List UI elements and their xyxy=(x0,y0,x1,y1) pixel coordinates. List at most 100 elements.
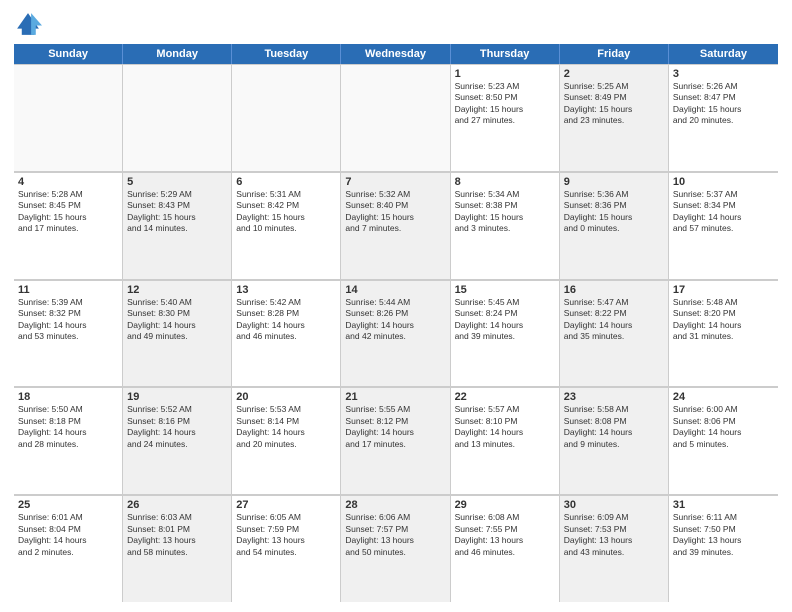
cal-cell: 1Sunrise: 5:23 AMSunset: 8:50 PMDaylight… xyxy=(451,64,560,171)
cal-cell: 20Sunrise: 5:53 AMSunset: 8:14 PMDayligh… xyxy=(232,387,341,494)
header-day-friday: Friday xyxy=(560,44,669,64)
cell-info: Sunrise: 6:01 AMSunset: 8:04 PMDaylight:… xyxy=(18,512,118,558)
cal-cell xyxy=(232,64,341,171)
cal-cell: 9Sunrise: 5:36 AMSunset: 8:36 PMDaylight… xyxy=(560,172,669,279)
cell-info: Sunrise: 5:45 AMSunset: 8:24 PMDaylight:… xyxy=(455,297,555,343)
cal-cell: 13Sunrise: 5:42 AMSunset: 8:28 PMDayligh… xyxy=(232,280,341,387)
cal-cell: 24Sunrise: 6:00 AMSunset: 8:06 PMDayligh… xyxy=(669,387,778,494)
day-number: 20 xyxy=(236,391,336,403)
cell-info: Sunrise: 6:06 AMSunset: 7:57 PMDaylight:… xyxy=(345,512,445,558)
day-number: 18 xyxy=(18,391,118,403)
cal-cell: 23Sunrise: 5:58 AMSunset: 8:08 PMDayligh… xyxy=(560,387,669,494)
cal-cell: 8Sunrise: 5:34 AMSunset: 8:38 PMDaylight… xyxy=(451,172,560,279)
day-number: 14 xyxy=(345,284,445,296)
cell-info: Sunrise: 5:55 AMSunset: 8:12 PMDaylight:… xyxy=(345,404,445,450)
cal-cell: 29Sunrise: 6:08 AMSunset: 7:55 PMDayligh… xyxy=(451,495,560,602)
cal-cell: 2Sunrise: 5:25 AMSunset: 8:49 PMDaylight… xyxy=(560,64,669,171)
day-number: 28 xyxy=(345,499,445,511)
day-number: 9 xyxy=(564,176,664,188)
cal-cell xyxy=(341,64,450,171)
header-day-thursday: Thursday xyxy=(451,44,560,64)
cal-cell: 10Sunrise: 5:37 AMSunset: 8:34 PMDayligh… xyxy=(669,172,778,279)
cal-cell: 28Sunrise: 6:06 AMSunset: 7:57 PMDayligh… xyxy=(341,495,450,602)
day-number: 6 xyxy=(236,176,336,188)
cell-info: Sunrise: 5:47 AMSunset: 8:22 PMDaylight:… xyxy=(564,297,664,343)
cell-info: Sunrise: 5:32 AMSunset: 8:40 PMDaylight:… xyxy=(345,189,445,235)
cal-cell: 26Sunrise: 6:03 AMSunset: 8:01 PMDayligh… xyxy=(123,495,232,602)
cell-info: Sunrise: 6:11 AMSunset: 7:50 PMDaylight:… xyxy=(673,512,774,558)
cell-info: Sunrise: 5:57 AMSunset: 8:10 PMDaylight:… xyxy=(455,404,555,450)
calendar-header: SundayMondayTuesdayWednesdayThursdayFrid… xyxy=(14,44,778,64)
cal-cell: 14Sunrise: 5:44 AMSunset: 8:26 PMDayligh… xyxy=(341,280,450,387)
day-number: 22 xyxy=(455,391,555,403)
header xyxy=(14,10,778,38)
logo xyxy=(14,10,46,38)
day-number: 24 xyxy=(673,391,774,403)
cell-info: Sunrise: 5:26 AMSunset: 8:47 PMDaylight:… xyxy=(673,81,774,127)
cal-cell: 31Sunrise: 6:11 AMSunset: 7:50 PMDayligh… xyxy=(669,495,778,602)
cell-info: Sunrise: 5:42 AMSunset: 8:28 PMDaylight:… xyxy=(236,297,336,343)
cal-cell: 18Sunrise: 5:50 AMSunset: 8:18 PMDayligh… xyxy=(14,387,123,494)
cell-info: Sunrise: 5:25 AMSunset: 8:49 PMDaylight:… xyxy=(564,81,664,127)
day-number: 1 xyxy=(455,68,555,80)
day-number: 13 xyxy=(236,284,336,296)
cell-info: Sunrise: 5:53 AMSunset: 8:14 PMDaylight:… xyxy=(236,404,336,450)
calendar-row-4: 18Sunrise: 5:50 AMSunset: 8:18 PMDayligh… xyxy=(14,387,778,495)
cell-info: Sunrise: 6:08 AMSunset: 7:55 PMDaylight:… xyxy=(455,512,555,558)
header-day-sunday: Sunday xyxy=(14,44,123,64)
header-day-saturday: Saturday xyxy=(669,44,778,64)
page: SundayMondayTuesdayWednesdayThursdayFrid… xyxy=(0,0,792,612)
cal-cell: 12Sunrise: 5:40 AMSunset: 8:30 PMDayligh… xyxy=(123,280,232,387)
day-number: 4 xyxy=(18,176,118,188)
day-number: 15 xyxy=(455,284,555,296)
cal-cell: 4Sunrise: 5:28 AMSunset: 8:45 PMDaylight… xyxy=(14,172,123,279)
day-number: 19 xyxy=(127,391,227,403)
header-day-monday: Monday xyxy=(123,44,232,64)
cell-info: Sunrise: 5:29 AMSunset: 8:43 PMDaylight:… xyxy=(127,189,227,235)
day-number: 10 xyxy=(673,176,774,188)
logo-icon xyxy=(14,10,42,38)
day-number: 27 xyxy=(236,499,336,511)
header-day-tuesday: Tuesday xyxy=(232,44,341,64)
cell-info: Sunrise: 5:39 AMSunset: 8:32 PMDaylight:… xyxy=(18,297,118,343)
cell-info: Sunrise: 6:05 AMSunset: 7:59 PMDaylight:… xyxy=(236,512,336,558)
cal-cell: 11Sunrise: 5:39 AMSunset: 8:32 PMDayligh… xyxy=(14,280,123,387)
cell-info: Sunrise: 5:50 AMSunset: 8:18 PMDaylight:… xyxy=(18,404,118,450)
cal-cell: 15Sunrise: 5:45 AMSunset: 8:24 PMDayligh… xyxy=(451,280,560,387)
day-number: 12 xyxy=(127,284,227,296)
calendar-body: 1Sunrise: 5:23 AMSunset: 8:50 PMDaylight… xyxy=(14,64,778,602)
cal-cell: 17Sunrise: 5:48 AMSunset: 8:20 PMDayligh… xyxy=(669,280,778,387)
cal-cell: 16Sunrise: 5:47 AMSunset: 8:22 PMDayligh… xyxy=(560,280,669,387)
day-number: 25 xyxy=(18,499,118,511)
cal-cell: 21Sunrise: 5:55 AMSunset: 8:12 PMDayligh… xyxy=(341,387,450,494)
cal-cell xyxy=(123,64,232,171)
cal-cell: 5Sunrise: 5:29 AMSunset: 8:43 PMDaylight… xyxy=(123,172,232,279)
calendar-row-5: 25Sunrise: 6:01 AMSunset: 8:04 PMDayligh… xyxy=(14,495,778,602)
calendar-row-2: 4Sunrise: 5:28 AMSunset: 8:45 PMDaylight… xyxy=(14,172,778,280)
header-day-wednesday: Wednesday xyxy=(341,44,450,64)
day-number: 26 xyxy=(127,499,227,511)
cal-cell: 6Sunrise: 5:31 AMSunset: 8:42 PMDaylight… xyxy=(232,172,341,279)
calendar-row-1: 1Sunrise: 5:23 AMSunset: 8:50 PMDaylight… xyxy=(14,64,778,172)
day-number: 5 xyxy=(127,176,227,188)
cell-info: Sunrise: 5:40 AMSunset: 8:30 PMDaylight:… xyxy=(127,297,227,343)
cell-info: Sunrise: 5:37 AMSunset: 8:34 PMDaylight:… xyxy=(673,189,774,235)
cal-cell: 3Sunrise: 5:26 AMSunset: 8:47 PMDaylight… xyxy=(669,64,778,171)
day-number: 3 xyxy=(673,68,774,80)
day-number: 30 xyxy=(564,499,664,511)
cell-info: Sunrise: 6:03 AMSunset: 8:01 PMDaylight:… xyxy=(127,512,227,558)
day-number: 17 xyxy=(673,284,774,296)
cell-info: Sunrise: 5:58 AMSunset: 8:08 PMDaylight:… xyxy=(564,404,664,450)
day-number: 23 xyxy=(564,391,664,403)
cell-info: Sunrise: 5:36 AMSunset: 8:36 PMDaylight:… xyxy=(564,189,664,235)
cell-info: Sunrise: 5:52 AMSunset: 8:16 PMDaylight:… xyxy=(127,404,227,450)
day-number: 7 xyxy=(345,176,445,188)
cal-cell: 22Sunrise: 5:57 AMSunset: 8:10 PMDayligh… xyxy=(451,387,560,494)
cal-cell xyxy=(14,64,123,171)
cell-info: Sunrise: 6:00 AMSunset: 8:06 PMDaylight:… xyxy=(673,404,774,450)
cal-cell: 25Sunrise: 6:01 AMSunset: 8:04 PMDayligh… xyxy=(14,495,123,602)
cal-cell: 19Sunrise: 5:52 AMSunset: 8:16 PMDayligh… xyxy=(123,387,232,494)
cell-info: Sunrise: 5:44 AMSunset: 8:26 PMDaylight:… xyxy=(345,297,445,343)
day-number: 11 xyxy=(18,284,118,296)
cell-info: Sunrise: 6:09 AMSunset: 7:53 PMDaylight:… xyxy=(564,512,664,558)
